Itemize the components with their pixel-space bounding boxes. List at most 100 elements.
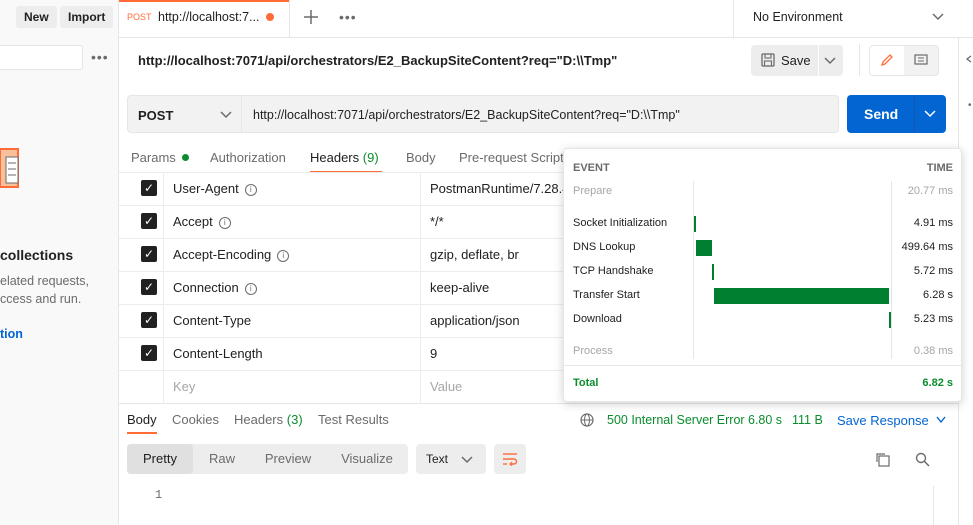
wrap-lines-button[interactable] [494,444,526,474]
view-mode-toggle[interactable] [869,45,939,76]
tab-method: POST [127,12,152,22]
info-icon[interactable]: i [277,250,290,262]
response-divider [119,403,958,404]
format-select[interactable]: Text [416,444,486,474]
tab-body[interactable]: Body [406,150,436,165]
new-button[interactable]: New [16,6,57,28]
timing-event-header: EVENT [573,162,610,174]
new-tab-plus-icon[interactable] [303,9,319,25]
header-value: gzip, deflate, br [430,247,519,262]
timing-time-header: TIME [926,162,953,174]
table-row[interactable]: ✓ Content-Type application/json [119,305,569,338]
checkbox-checked-icon[interactable]: ✓ [141,180,157,196]
tab-title: http://localhost:7... [158,10,260,24]
info-icon[interactable]: i [218,217,231,229]
checkbox-checked-icon[interactable]: ✓ [141,279,157,295]
timing-bar [694,216,696,232]
table-row[interactable]: ✓ Connection i keep-alive [119,272,569,305]
tab-prerequest[interactable]: Pre-request Script [459,150,564,165]
copy-icon[interactable] [875,452,890,467]
edit-mode-button[interactable] [870,46,904,75]
comment-icon[interactable] [914,54,928,67]
timing-bar [889,312,891,328]
info-icon[interactable]: i [244,283,257,295]
save-label: Save [781,53,811,68]
save-chevron-down-icon[interactable] [824,56,836,66]
right-panel-icon[interactable] [966,55,972,63]
save-response-button[interactable]: Save Response [837,413,946,428]
view-preview[interactable]: Preview [253,444,323,474]
timing-bar [712,264,714,280]
header-value: */* [430,214,444,229]
import-button[interactable]: Import [60,6,114,28]
timing-process-time: 0.38 ms [913,345,953,357]
timing-bar [714,288,889,304]
request-title[interactable]: http://localhost:7071/api/orchestrators/… [138,53,617,68]
globe-icon[interactable] [580,413,594,427]
format-chevron-down-icon [461,456,473,464]
url-input[interactable]: http://localhost:7071/api/orchestrators/… [242,95,839,133]
send-chevron-down-icon[interactable] [924,109,936,119]
view-pretty[interactable]: Pretty [127,444,193,474]
response-tab-body[interactable]: Body [127,412,157,427]
new-header-value-input[interactable]: Value [430,379,462,394]
table-row[interactable]: ✓ Accept-Encoding i gzip, deflate, br [119,239,569,272]
timing-event-time: 4.91 ms [913,217,953,229]
header-key: User-Agent [173,181,239,196]
response-time[interactable]: 6.80 s [748,413,782,427]
unsaved-dot-icon[interactable] [266,13,274,21]
view-visualize[interactable]: Visualize [329,444,405,474]
tab-params[interactable]: Params [131,150,190,165]
sidebar-search-input[interactable] [0,45,83,70]
method-select[interactable]: POST [127,95,242,133]
new-header-key-input[interactable]: Key [173,379,195,394]
save-button[interactable]: Save [751,45,843,76]
header-value: PostmanRuntime/7.28.4 [430,181,570,196]
send-divider [914,95,915,133]
table-row[interactable]: ✓ Accept i */* [119,206,569,239]
response-tab-cookies[interactable]: Cookies [172,412,219,427]
table-row[interactable]: ✓ Content-Length 9 [119,338,569,371]
wrap-lines-icon [503,453,518,466]
sidebar-empty-link[interactable]: tion [0,327,23,341]
response-size[interactable]: 111 B [792,413,823,427]
checkbox-checked-icon[interactable]: ✓ [141,246,157,262]
active-tab-indicator [119,0,289,2]
response-tab-test-results[interactable]: Test Results [318,412,389,427]
send-button[interactable]: Send [847,95,946,133]
timing-popup: EVENT TIME Prepare 20.77 ms Socket Initi… [563,148,962,402]
search-icon[interactable] [915,452,930,467]
response-tab-headers[interactable]: Headers (3) [234,412,303,427]
header-key: Content-Type [173,313,252,328]
tab-headers[interactable]: Headers (9) [310,150,379,165]
new-header-row[interactable]: Key Value [119,371,569,404]
response-tab-headers-label: Headers [234,412,284,427]
header-value: application/json [430,313,520,328]
timing-prepare-time: 20.77 ms [907,185,953,197]
timing-bar [696,240,712,256]
table-row[interactable]: ✓ User-Agent i PostmanRuntime/7.28.4 [119,173,569,206]
method-label: POST [138,108,174,123]
timing-event-label: Socket Initialization [573,217,668,229]
timing-event-time: 6.28 s [923,289,953,301]
view-mode-segmented: Pretty Raw Preview Visualize [127,444,408,474]
timing-event-time: 5.72 ms [913,265,953,277]
status-badge[interactable]: 500 Internal Server Error [607,413,745,427]
checkbox-checked-icon[interactable]: ✓ [141,213,157,229]
editor-scrollbar[interactable] [933,486,944,525]
right-panel-info-icon[interactable]: • [968,100,972,111]
save-response-label: Save Response [837,413,929,428]
checkbox-checked-icon[interactable]: ✓ [141,345,157,361]
pencil-icon [880,54,893,67]
info-icon[interactable]: i [244,184,257,196]
checkbox-checked-icon[interactable]: ✓ [141,312,157,328]
sidebar-more-icon[interactable]: ••• [91,49,109,65]
timing-end-divider [891,181,892,359]
timing-process-label: Process [573,345,613,357]
tab-more-icon[interactable]: ••• [339,9,357,25]
tab-authorization[interactable]: Authorization [210,150,286,165]
header-key: Accept-Encoding [173,247,272,262]
timing-event-time: 5.23 ms [913,313,953,325]
response-tab-headers-count: (3) [286,412,303,427]
view-raw[interactable]: Raw [197,444,247,474]
